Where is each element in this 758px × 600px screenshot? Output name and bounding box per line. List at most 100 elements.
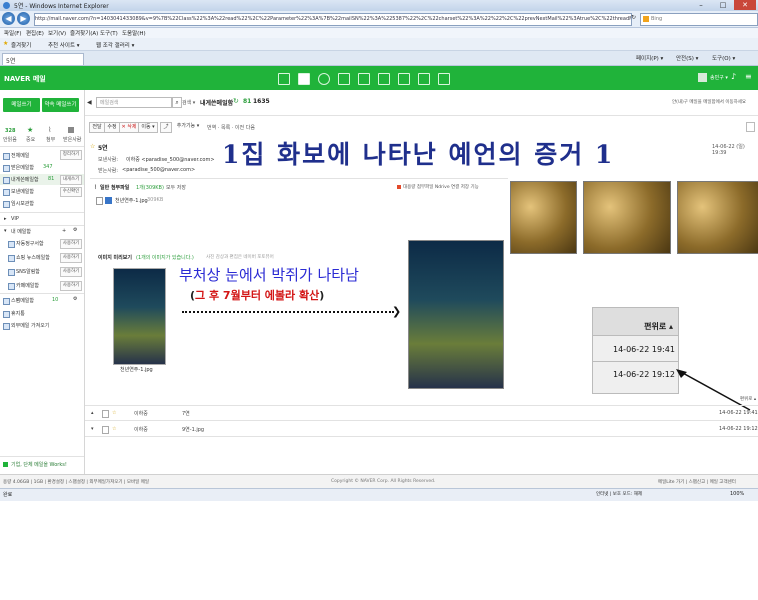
mail-search-input[interactable]: 메일검색 [96,97,172,108]
sidebar-item-trash[interactable]: 휴지통 [11,310,25,317]
back-button[interactable]: ◀ [2,12,15,25]
maximize-button[interactable]: □ [712,0,734,10]
search-icon[interactable]: ⌕ [172,97,182,108]
row-star-icon[interactable]: ☆ [112,410,116,416]
tab-current[interactable]: 5연 [2,53,84,65]
app-memo-icon[interactable] [358,73,370,85]
row-subject[interactable]: 7연 [182,410,190,417]
app-ndrive-icon[interactable] [398,73,410,85]
recipient-label[interactable]: 받은사람 [63,136,81,143]
notification-bell-icon[interactable]: ♪ [731,72,736,81]
sidebar-item-external[interactable]: 외부메일 가져오기 [11,322,49,329]
delete-mail-button[interactable]: ✕ 삭제 [119,122,139,133]
close-window-button[interactable]: ✕ [734,0,756,10]
refresh-icon[interactable]: ↻ [631,14,636,21]
app-calendar-icon[interactable] [338,73,350,85]
collapse-vip-icon[interactable]: ▸ [4,216,7,222]
menu-favorites[interactable]: 즐겨찾기(A) [70,29,98,37]
row-expand-icon[interactable]: ▴ [91,410,94,416]
to-value[interactable]: <paradise_500@naver.com> [122,167,195,173]
sidebar-item-spam[interactable]: 스팸메일함 [11,297,34,304]
write-to-me-button[interactable]: 약속 메일쓰기 [42,98,79,112]
spam-settings-gear-icon[interactable]: ⚙ [73,296,77,302]
folder-settings-gear-icon[interactable]: ⚙ [73,227,77,233]
zoom-level[interactable]: 100% [730,491,744,497]
sidebar-item-inbox[interactable]: 받은메일함 [11,164,34,171]
row-from[interactable]: 이하중 [134,410,148,417]
edit-mail-button[interactable]: 수정 [104,122,120,133]
favorites-button[interactable]: 즐겨찾기 [11,41,31,49]
menu-edit[interactable]: 편집(E) [26,29,44,37]
sidebar-item-shopping[interactable]: 쇼핑 뉴스메일함 [16,254,50,261]
important-label[interactable]: 중요 [26,136,35,143]
attachment-clip-icon[interactable]: ⌇ [48,126,51,134]
bing-search-input[interactable]: Bing [640,13,758,26]
row-expand-icon[interactable]: ▾ [91,426,94,432]
checkbox-attachment[interactable] [96,197,103,205]
app-more-icon[interactable] [438,73,450,85]
sidebar-item-drafts[interactable]: 임시보관함 [11,200,34,207]
collapse-myfolders-icon[interactable]: ▾ [4,228,7,234]
go-up-link[interactable]: 편위로 ▴ [740,396,756,402]
write-mail-button[interactable]: 메일쓰기 [3,98,40,112]
save-all-button[interactable]: 모두 저장 [166,184,186,191]
view-navigation[interactable]: 번역 · 목록 · 이전 다음 [207,124,255,131]
refresh-folder-icon[interactable]: ↻ [233,97,239,105]
works-promo-link[interactable]: 기업, 단체 메일을 Works! [11,461,67,468]
menu-help[interactable]: 도움말(H) [122,29,146,37]
search-options-button[interactable]: 검색 ▾ [182,99,195,106]
add-folder-icon[interactable]: + [62,228,66,234]
use-sns-button[interactable]: 사용하기 [60,267,82,277]
photo-viewer-link[interactable]: 사진 감상과 편집은 네이버 포토뷰어 [206,254,274,260]
thumbnail-caption[interactable]: 천년연주-1.jpg [120,366,153,373]
app-mail-list-icon[interactable] [278,73,290,85]
print-icon[interactable] [746,122,755,132]
footer-links[interactable]: 용량 4.06GB | 1GB | 환경설정 | 스팸설정 | 외부메일가져오기… [3,479,149,485]
forward-mail-button[interactable]: 전달 [89,122,105,133]
unread-label[interactable]: 안읽음 [3,136,17,143]
app-contacts-icon[interactable] [318,73,330,85]
my-folders-label[interactable]: 내 메일함 [11,228,31,235]
app-office-icon[interactable] [418,73,430,85]
app-mail-icon[interactable] [298,73,310,85]
footer-right-links[interactable]: 메일Lite 가기 | 스팸신고 | 메일 고객센터 [658,479,736,485]
from-value[interactable]: 이하중 <paradise_500@naver.com> [126,156,215,163]
row-checkbox[interactable] [102,426,109,434]
sidebar-item-sent[interactable]: 보낸메일함 [11,188,34,195]
ndrive-link[interactable]: 대용량 첨부파일 Ndrive 연결 저장 기능 [403,184,479,190]
user-name[interactable]: 송민구 ▾ [710,74,728,81]
use-shopping-button[interactable]: 사용하기 [60,253,82,263]
attachment-filename[interactable]: 천년연주-1.jpg [115,197,148,204]
organize-button[interactable]: 정리하기 [60,150,82,160]
row-star-icon[interactable]: ☆ [112,426,116,432]
tools-menu[interactable]: 도구(O) ▾ [712,54,735,62]
sidebar-collapse-icon[interactable]: ◀ [87,99,92,106]
reply-icon[interactable]: ⤴ [160,122,172,133]
write-to-me-small-button[interactable]: 내게쓰기 [60,175,82,185]
recipient-icon[interactable] [68,127,74,133]
avatar[interactable] [698,73,707,82]
important-star-icon[interactable]: ★ [27,126,33,134]
app-notes-icon[interactable] [378,73,390,85]
minimize-button[interactable]: – [690,0,712,10]
attachment-thumbnail[interactable] [113,268,166,365]
menu-view[interactable]: 보기(V) [48,29,66,37]
row-checkbox[interactable] [102,410,109,418]
star-icon[interactable]: ☆ [90,143,95,150]
sidebar-item-to-me[interactable]: 내게쓴메일함 [11,176,39,183]
forward-button[interactable]: ▶ [17,12,30,25]
row-subject[interactable]: 9연-1.jpg [182,426,204,433]
address-bar[interactable]: http://mail.naver.com/?n=1403041433089&v… [34,13,632,26]
use-cafe-button[interactable]: 사용하기 [60,281,82,291]
use-bills-button[interactable]: 사용하기 [60,239,82,249]
attachment-label[interactable]: 첨부 [46,136,55,143]
read-receipt-button[interactable]: 수신확인 [60,187,82,197]
menu-tools[interactable]: 도구(T) [100,29,118,37]
sidebar-item-all-mail[interactable]: 전체메일 [11,152,29,159]
page-menu[interactable]: 페이지(P) ▾ [636,54,663,62]
sidebar-item-cafe[interactable]: 카페메일함 [16,282,39,289]
menu-file[interactable]: 파일(F) [4,29,22,37]
safety-menu[interactable]: 안전(S) ▾ [676,54,698,62]
favorites-link-webslice[interactable]: 웹 조각 갤러리 ▾ [96,41,134,49]
naver-mail-logo[interactable]: NAVER 메일 [4,74,46,84]
